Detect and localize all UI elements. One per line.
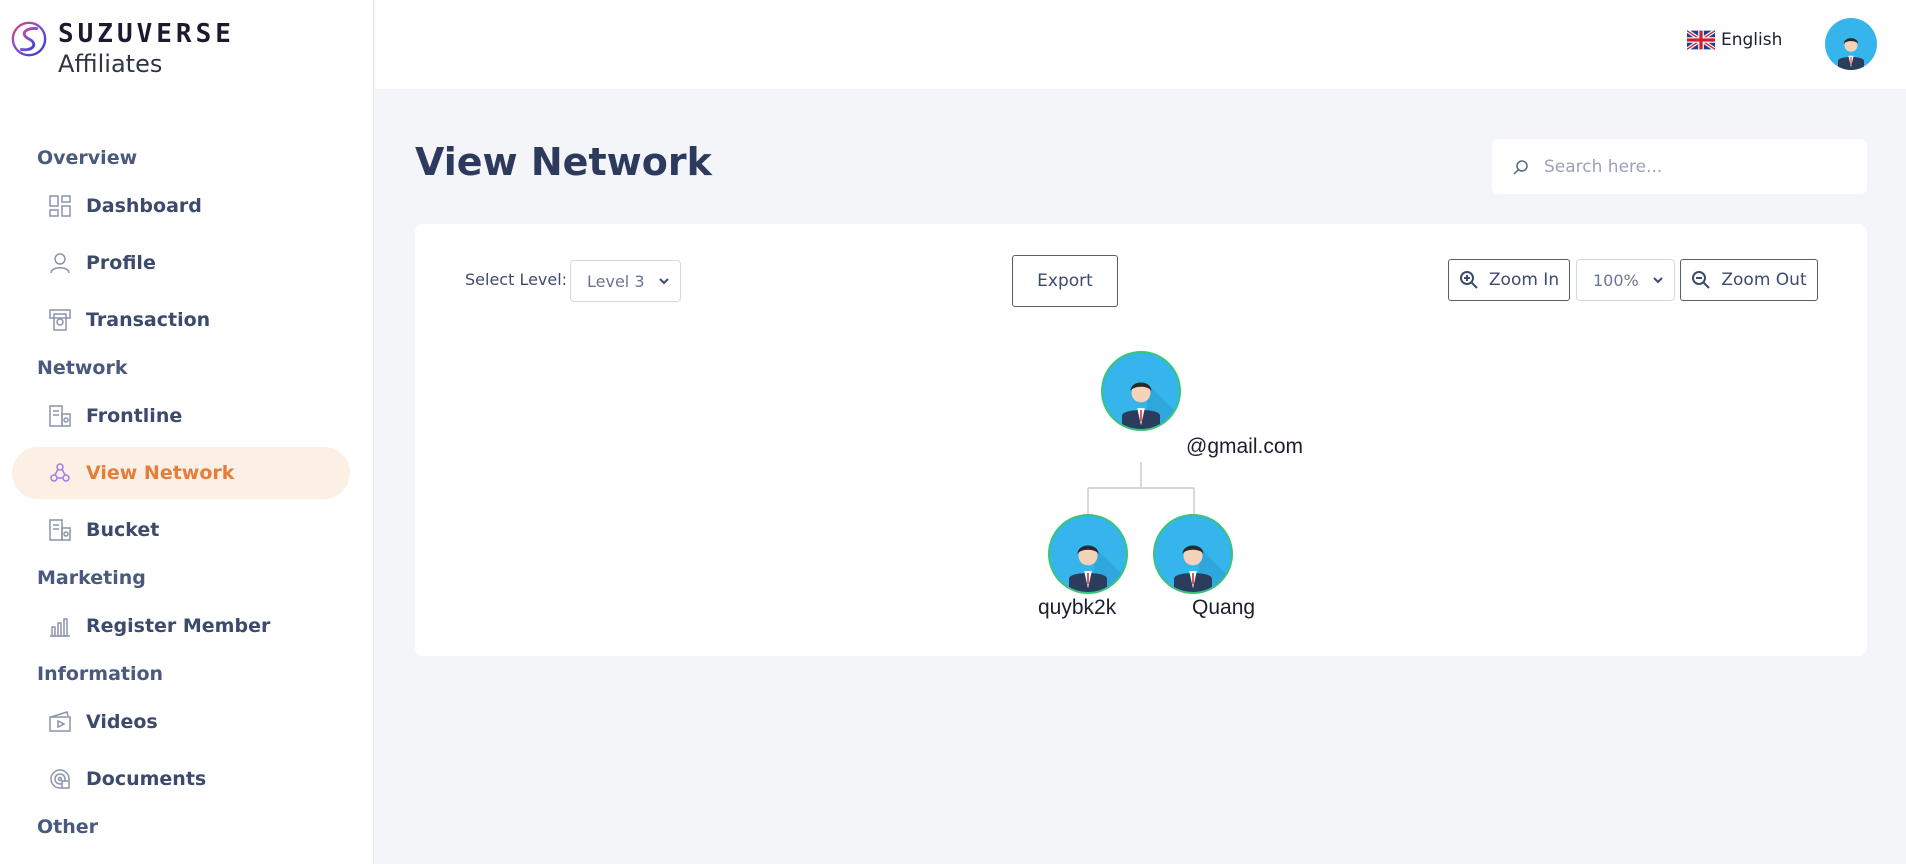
brand-subtitle: Affiliates	[58, 50, 163, 78]
sidebar-item-label: View Network	[86, 462, 235, 484]
network-card: Select Level: Level 3 Export Zoom In 100…	[415, 224, 1867, 656]
chart-icon	[48, 614, 72, 638]
sidebar: SUZUVERSE Affiliates Overview Dashboard …	[0, 0, 374, 864]
top-bar: English	[375, 0, 1906, 89]
sidebar-item-label: Frontline	[86, 405, 183, 427]
search-box	[1492, 139, 1867, 194]
person-icon	[1069, 545, 1126, 592]
network-node-child[interactable]	[1048, 514, 1128, 594]
person-icon	[1174, 545, 1231, 592]
sidebar-item-label: Transaction	[86, 309, 211, 331]
frontline-icon	[48, 404, 72, 428]
language-label: English	[1721, 30, 1783, 50]
videos-icon	[48, 710, 72, 734]
page-title: View Network	[415, 140, 712, 184]
sidebar-item-label: Videos	[86, 711, 158, 733]
network-node-root-label: @gmail.com	[1186, 435, 1304, 458]
section-marketing: Marketing	[37, 567, 146, 589]
sidebar-item-transaction[interactable]: Transaction	[12, 294, 350, 346]
sidebar-item-label: Documents	[86, 768, 207, 790]
network-node-root[interactable]	[1101, 351, 1181, 431]
transaction-icon	[48, 308, 72, 332]
section-information: Information	[37, 663, 164, 685]
uk-flag-icon	[1687, 30, 1715, 50]
language-selector[interactable]: English	[1687, 30, 1782, 50]
network-node-child-label: quybk2k	[1038, 596, 1117, 619]
bucket-icon	[48, 518, 72, 542]
profile-icon	[48, 251, 72, 275]
user-avatar[interactable]	[1825, 18, 1877, 70]
section-other: Other	[37, 816, 99, 838]
dashboard-icon	[48, 194, 72, 218]
section-overview: Overview	[37, 147, 138, 169]
suzuverse-logo-icon	[11, 21, 47, 57]
sidebar-item-label: Bucket	[86, 519, 160, 541]
sidebar-nav: Overview Dashboard Profile Transaction N…	[0, 136, 374, 849]
sidebar-item-frontline[interactable]: Frontline	[12, 390, 350, 442]
sidebar-item-view-network[interactable]: View Network	[12, 447, 350, 499]
sidebar-item-documents[interactable]: Documents	[12, 753, 350, 805]
brand-logo[interactable]: SUZUVERSE Affiliates	[10, 20, 235, 80]
sidebar-item-label: Profile	[86, 252, 156, 274]
sidebar-item-register-member[interactable]: Register Member	[12, 600, 350, 652]
person-icon	[1838, 38, 1864, 70]
search-icon	[1513, 159, 1528, 175]
network-node-child[interactable]	[1153, 514, 1233, 594]
network-tree-connectors	[1087, 462, 1195, 514]
network-node-child-label: Quang	[1192, 596, 1256, 619]
sidebar-item-videos[interactable]: Videos	[12, 696, 350, 748]
sidebar-item-bucket[interactable]: Bucket	[12, 504, 350, 556]
section-network: Network	[37, 357, 128, 379]
sidebar-item-dashboard[interactable]: Dashboard	[12, 180, 350, 232]
brand-name: SUZUVERSE	[58, 19, 235, 49]
person-icon	[1122, 382, 1179, 429]
network-icon	[48, 461, 72, 485]
search-input[interactable]	[1544, 156, 1844, 177]
sidebar-item-profile[interactable]: Profile	[12, 237, 350, 289]
sidebar-item-label: Dashboard	[86, 195, 202, 217]
documents-icon	[48, 767, 72, 791]
sidebar-item-label: Register Member	[86, 615, 271, 637]
